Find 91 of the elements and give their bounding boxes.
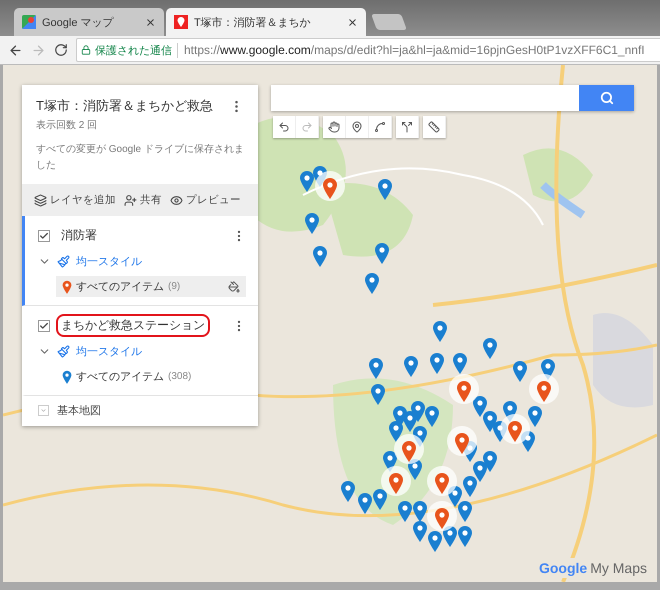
map-marker[interactable] xyxy=(368,357,384,379)
fork-icon xyxy=(401,121,413,133)
map-marker[interactable] xyxy=(482,450,498,472)
layer-checkbox[interactable] xyxy=(38,230,50,242)
items-label: すべてのアイテム xyxy=(76,370,164,384)
items-label: すべてのアイテム xyxy=(76,280,164,294)
map-marker[interactable] xyxy=(482,337,498,359)
address-field[interactable]: 保護された通信 https://www.google.com/maps/d/edit?hl=ja&hl=ja&mid=16pjnGesH0tP1vzXFF6C1_nnfI xyxy=(76,38,660,62)
hand-icon xyxy=(328,121,340,133)
map-marker[interactable] xyxy=(304,212,320,234)
map-app-icon xyxy=(22,15,36,29)
map-marker[interactable] xyxy=(432,320,448,342)
map-marker[interactable] xyxy=(427,530,443,552)
eye-icon xyxy=(170,194,183,206)
item-count: (308) xyxy=(168,371,192,382)
tool-button[interactable] xyxy=(346,116,369,138)
map-marker[interactable] xyxy=(452,352,468,374)
map-marker[interactable] xyxy=(340,480,356,502)
map-marker[interactable] xyxy=(312,245,328,267)
tool-button[interactable] xyxy=(396,116,419,138)
layer-checkbox[interactable] xyxy=(38,320,50,332)
save-status: すべての変更が Google ドライブに保存されました xyxy=(36,142,244,173)
map-marker[interactable] xyxy=(429,352,445,374)
map-marker[interactable] xyxy=(374,242,390,264)
style-link[interactable]: 均一スタイル xyxy=(76,254,142,269)
redo-icon xyxy=(301,121,313,133)
marker-icon xyxy=(351,121,363,133)
items-row[interactable]: すべてのアイテム (308) xyxy=(56,366,246,387)
map-marker[interactable] xyxy=(457,525,473,547)
layers-icon xyxy=(34,194,47,206)
map-marker[interactable] xyxy=(357,492,373,514)
river xyxy=(540,182,586,218)
panel-action[interactable]: プレビュー xyxy=(170,193,241,207)
layer-section[interactable]: まちかど救急ステーション 均一スタイル すべてのアイテム (308) xyxy=(22,306,258,396)
map-marker[interactable] xyxy=(397,500,413,522)
undo-icon xyxy=(278,121,290,133)
search-field[interactable] xyxy=(271,85,634,111)
tab-title: Google マップ xyxy=(42,16,115,30)
map-marker[interactable] xyxy=(462,475,478,497)
logo-wordmark: Google xyxy=(538,560,588,576)
items-row[interactable]: すべてのアイテム (9) xyxy=(56,276,246,297)
brush-icon xyxy=(57,255,70,268)
browser-tab[interactable]: T塚市：消防署＆まちか xyxy=(166,8,366,36)
ruler-icon xyxy=(428,121,440,133)
layer-name: まちかど救急ステーション xyxy=(56,314,210,337)
park-area xyxy=(523,148,593,202)
search-icon xyxy=(600,91,614,105)
map-marker[interactable] xyxy=(512,360,528,382)
layer-name: 消防署 xyxy=(60,227,98,244)
tool-button[interactable] xyxy=(369,116,392,138)
browser-tab[interactable]: Google マップ xyxy=(14,8,164,36)
logo-text: My Maps xyxy=(590,560,647,576)
lock-icon xyxy=(81,45,91,55)
url-text: https://www.google.com/maps/d/edit?hl=ja&hl=ja&mid=16pjnGesH0tP1vzXFF6C1_nnfI xyxy=(184,43,645,57)
item-count: (9) xyxy=(168,281,180,292)
map-marker[interactable] xyxy=(527,405,543,427)
map-marker[interactable] xyxy=(299,170,315,192)
map-marker[interactable] xyxy=(377,178,393,200)
base-map-label[interactable]: 基本地図 xyxy=(57,403,101,418)
map-title: T塚市：消防署＆まちかど救急 xyxy=(36,97,213,115)
map-marker[interactable] xyxy=(403,355,419,377)
person-add-icon xyxy=(124,194,137,206)
tool-button[interactable] xyxy=(323,116,346,138)
tool-button[interactable] xyxy=(273,116,296,138)
close-icon[interactable] xyxy=(347,16,358,28)
map-marker[interactable] xyxy=(412,520,428,542)
security-label: 保護された通信 xyxy=(95,42,178,58)
close-icon[interactable] xyxy=(145,16,156,28)
layer-section[interactable]: 消防署 均一スタイル すべてのアイテム (9) xyxy=(22,216,258,306)
paint-bucket-icon[interactable] xyxy=(228,280,240,292)
tool-button[interactable] xyxy=(423,116,446,138)
panel-action[interactable]: 共有 xyxy=(124,193,162,207)
map-marker[interactable] xyxy=(364,272,380,294)
style-link[interactable]: 均一スタイル xyxy=(76,344,142,359)
search-button[interactable] xyxy=(579,85,634,111)
back-icon[interactable] xyxy=(8,42,23,58)
map-marker[interactable] xyxy=(457,500,473,522)
map-marker[interactable] xyxy=(412,500,428,522)
map-pin-icon xyxy=(174,15,188,29)
tab-title: T塚市：消防署＆まちか xyxy=(194,16,312,30)
map-marker[interactable] xyxy=(410,400,426,422)
map-marker[interactable] xyxy=(372,488,388,510)
reload-icon[interactable] xyxy=(54,43,68,57)
new-tab-button[interactable] xyxy=(371,14,407,30)
map-marker[interactable] xyxy=(370,383,386,405)
view-count: 表示回数 2 回 xyxy=(36,118,98,133)
line-icon xyxy=(374,121,386,133)
map-marker[interactable] xyxy=(424,405,440,427)
brush-icon xyxy=(57,345,70,358)
map-area[interactable]: T塚市：消防署＆まちかど救急 表示回数 2 回 すべての変更が Google ドライブに保存されました レイヤを追加 共有 プレビュー 消防署 均一スタイル すべてのアイテム (9) まちかど救急ステーション 均一スタイル すべてのアイテム (308) 基本地図 Google My Maps xyxy=(3,65,657,582)
panel-action[interactable]: レイヤを追加 xyxy=(34,193,116,207)
